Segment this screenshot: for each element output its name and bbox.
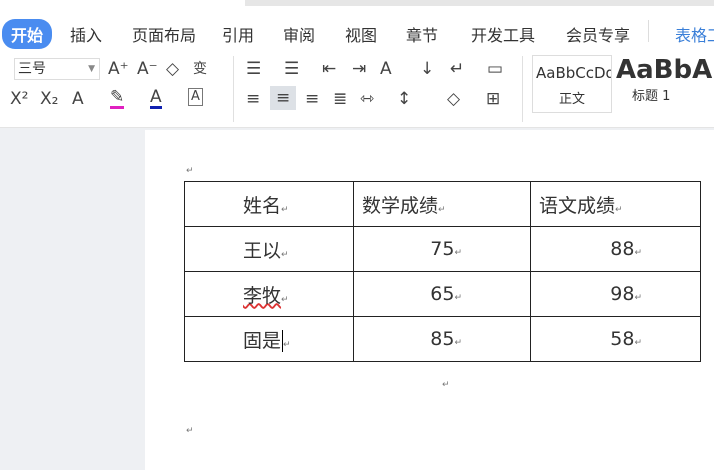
shrink-font-icon[interactable]: A⁻: [137, 58, 158, 80]
tab-references[interactable]: 引用: [222, 22, 254, 46]
style-preview: AaBbCcDd: [536, 64, 611, 82]
title-strip: [245, 0, 714, 6]
table-cell[interactable]: 固是 ↵: [184, 316, 354, 362]
align-left-icon[interactable]: ≡: [246, 88, 260, 110]
table-cell[interactable]: 88↵: [530, 226, 701, 272]
style-label: 正文: [558, 92, 585, 107]
tab-page-layout[interactable]: 页面布局: [132, 22, 196, 46]
subscript-icon[interactable]: X₂: [40, 88, 58, 110]
justify-icon[interactable]: ≣: [333, 88, 347, 110]
cell-text: 语文成绩: [539, 194, 616, 217]
table-row: 王以↵ 75↵ 88↵: [184, 226, 701, 272]
cell-text: 75: [430, 238, 455, 260]
superscript-icon[interactable]: X²: [10, 88, 28, 110]
cell-text: 88: [610, 238, 635, 260]
chevron-down-icon: ▼: [88, 64, 95, 74]
cell-text: 李牧: [243, 284, 282, 307]
sort-icon[interactable]: ↓: [420, 58, 434, 80]
tab-view[interactable]: 视图: [345, 22, 377, 46]
paragraph-mark: ↵: [442, 380, 450, 390]
highlight-icon[interactable]: ✎: [110, 88, 125, 109]
tab-developer[interactable]: 开发工具: [471, 22, 535, 46]
table-cell[interactable]: 数学成绩↵: [353, 181, 531, 227]
clear-format-icon[interactable]: ◇: [166, 58, 179, 80]
char-border-icon[interactable]: A: [188, 88, 203, 106]
table-cell[interactable]: 王以↵: [184, 226, 354, 272]
distribute-icon[interactable]: ⇿: [360, 88, 374, 110]
table-cell[interactable]: 姓名↵: [184, 181, 354, 227]
cell-text: 98: [610, 283, 635, 305]
table-cell[interactable]: 李牧↵: [184, 271, 354, 317]
table-cell[interactable]: 85↵: [353, 316, 531, 362]
tab-review[interactable]: 审阅: [283, 22, 315, 46]
paragraph-mark: ↵: [186, 166, 194, 176]
text-effect-icon[interactable]: A: [72, 88, 84, 110]
borders-icon[interactable]: ⊞: [486, 88, 500, 110]
tab-member[interactable]: 会员专享: [566, 22, 630, 46]
table-cell[interactable]: 98↵: [530, 271, 701, 317]
cell-text: 58: [610, 328, 635, 350]
score-table[interactable]: 姓名↵ 数学成绩↵ 语文成绩↵ 王以↵ 75↵ 88↵ 李牧↵ 65↵ 98↵ …: [184, 181, 701, 362]
increase-indent-icon[interactable]: ⇥: [352, 58, 366, 80]
numbered-list-icon[interactable]: ☰: [284, 58, 299, 80]
font-color-icon[interactable]: A: [150, 88, 162, 109]
cell-text: 姓名: [243, 194, 282, 217]
cell-text: 65: [430, 283, 455, 305]
cell-text: 王以: [243, 239, 282, 262]
table-cell[interactable]: 65↵: [353, 271, 531, 317]
align-center-icon[interactable]: ≡: [270, 86, 297, 110]
style-label: 标题 1: [632, 89, 671, 104]
style-heading-1[interactable]: AaBbA 标题 1: [614, 55, 714, 113]
font-size-select[interactable]: 三号 ▼: [14, 58, 100, 80]
divider: [233, 56, 234, 122]
divider: [522, 56, 523, 122]
cell-text: 固是: [243, 329, 282, 352]
text-direction-icon[interactable]: A: [380, 58, 392, 80]
font-size-value: 三号: [18, 61, 46, 77]
cell-text: 数学成绩: [362, 194, 439, 217]
table-row: 李牧↵ 65↵ 98↵: [184, 271, 701, 317]
shading-icon[interactable]: ◇: [447, 88, 460, 110]
ruler-icon[interactable]: ▭: [487, 58, 503, 80]
tab-insert[interactable]: 插入: [70, 22, 102, 46]
table-row: 固是 ↵ 85↵ 58↵: [184, 316, 701, 362]
bullet-list-icon[interactable]: ☰: [246, 58, 261, 80]
tab-table-tools[interactable]: 表格工: [675, 22, 714, 46]
style-normal[interactable]: AaBbCcDd 正文: [532, 55, 612, 113]
table-cell[interactable]: 语文成绩↵: [530, 181, 701, 227]
decrease-indent-icon[interactable]: ⇤: [322, 58, 336, 80]
table-header-row: 姓名↵ 数学成绩↵ 语文成绩↵: [184, 181, 701, 227]
style-preview: AaBbA: [616, 55, 713, 85]
tab-separator: [648, 20, 649, 42]
ribbon-toolbar: 三号 ▼ A⁺ A⁻ ◇ 变 X² X₂ A ✎ A A ☰ ☰ ⇤ ⇥ A ↓ …: [0, 50, 714, 128]
line-break-icon[interactable]: ↵: [450, 58, 464, 80]
table-cell[interactable]: 75↵: [353, 226, 531, 272]
tab-home[interactable]: 开始: [2, 19, 53, 49]
phonetic-guide-icon[interactable]: 变: [193, 58, 207, 80]
tab-section[interactable]: 章节: [406, 22, 438, 46]
line-spacing-icon[interactable]: ↕: [397, 88, 411, 110]
table-cell[interactable]: 58↵: [530, 316, 701, 362]
cell-text: 85: [430, 328, 455, 350]
grow-font-icon[interactable]: A⁺: [108, 58, 129, 80]
paragraph-mark: ↵: [186, 426, 194, 436]
align-right-icon[interactable]: ≡: [305, 88, 319, 110]
